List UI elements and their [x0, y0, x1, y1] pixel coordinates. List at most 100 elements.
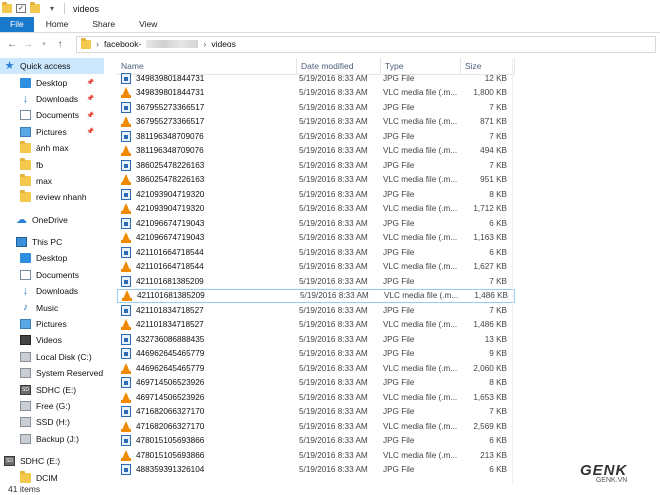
- file-name-cell: 386025478226163: [117, 159, 297, 171]
- file-name: 386025478226163: [136, 160, 205, 170]
- tab-file[interactable]: File: [0, 17, 34, 32]
- table-row[interactable]: 471682066327170 5/19/2016 8:33 AM JPG File…: [117, 405, 515, 420]
- forward-button[interactable]: →: [20, 39, 36, 50]
- customize-toolbar-icon[interactable]: ▾: [44, 4, 60, 13]
- tab-view[interactable]: View: [127, 17, 169, 32]
- file-size-cell: 6 KB: [489, 465, 507, 475]
- tab-share[interactable]: Share: [80, 17, 127, 32]
- sidebar-item[interactable]: Documents 📌: [0, 107, 104, 123]
- documents-icon: [20, 110, 31, 121]
- file-name: 421093904719320: [136, 204, 205, 214]
- file-size-cell: 1,712 KB: [473, 204, 507, 214]
- chevron-right-icon[interactable]: ›: [203, 39, 206, 49]
- sidebar-item[interactable]: review nhanh: [0, 189, 104, 205]
- recent-locations-icon[interactable]: ▾: [36, 40, 52, 48]
- table-row[interactable]: 386025478226163 5/19/2016 8:33 AM JPG File…: [117, 158, 515, 173]
- sidebar-item[interactable]: fb: [0, 156, 104, 172]
- table-row[interactable]: 421101681385209 5/19/2016 8:33 AM JPG File…: [117, 274, 515, 289]
- file-name: 367955273366517: [136, 102, 205, 112]
- table-row[interactable]: 421096674719043 5/19/2016 8:33 AM JPG File…: [117, 216, 515, 231]
- sidebar-item[interactable]: Documents: [0, 267, 104, 283]
- sidebar-item[interactable]: Free (G:): [0, 398, 104, 414]
- table-row[interactable]: 381196348709076 5/19/2016 8:33 AM VLC medi…: [117, 144, 515, 159]
- vlc-cone-icon: [121, 232, 131, 244]
- file-type-cell: VLC media file (.m...: [383, 88, 458, 98]
- sidebar-item[interactable]: Videos: [0, 332, 104, 348]
- sidebar-item[interactable]: ☁ OneDrive: [0, 212, 104, 228]
- table-row[interactable]: 421101664718544 5/19/2016 8:33 AM JPG File…: [117, 245, 515, 260]
- sidebar-item[interactable]: Desktop: [0, 250, 104, 266]
- up-button[interactable]: ↑: [52, 39, 68, 50]
- sidebar-item[interactable]: This PC: [0, 234, 104, 250]
- table-row[interactable]: 421101834718527 5/19/2016 8:33 AM VLC medi…: [117, 318, 515, 333]
- properties-icon[interactable]: ✓: [16, 4, 26, 13]
- vlc-cone-icon: [121, 391, 131, 403]
- sidebar-item[interactable]: System Reserved: [0, 365, 104, 381]
- sidebar-item[interactable]: SSD (H:): [0, 414, 104, 430]
- table-row[interactable]: 446962645465779 5/19/2016 8:33 AM JPG File…: [117, 347, 515, 362]
- table-row[interactable]: 421101681385209 5/19/2016 8:33 AM VLC medi…: [117, 288, 515, 303]
- sidebar-item[interactable]: Pictures 📌: [0, 124, 104, 140]
- sidebar-item[interactable]: ↓ Downloads: [0, 283, 104, 299]
- file-type-cell: JPG File: [383, 131, 415, 141]
- file-type-cell: VLC media file (.m...: [383, 262, 458, 272]
- sidebar-item[interactable]: ★ Quick access: [0, 58, 104, 75]
- new-folder-icon[interactable]: [30, 2, 40, 13]
- file-name: 446962645465779: [136, 349, 205, 359]
- sidebar-item[interactable]: Desktop 📌: [0, 74, 104, 90]
- file-name: 421096674719043: [136, 233, 205, 243]
- sidebar-item[interactable]: SD SDHC (E:): [0, 453, 104, 469]
- sidebar-item[interactable]: Local Disk (C:): [0, 349, 104, 365]
- table-row[interactable]: 421096674719043 5/19/2016 8:33 AM VLC medi…: [117, 231, 515, 246]
- back-button[interactable]: ←: [4, 39, 20, 50]
- table-row[interactable]: 349839801844731 5/19/2016 8:33 AM VLC medi…: [117, 86, 515, 101]
- table-row[interactable]: 446962645465779 5/19/2016 8:33 AM VLC medi…: [117, 361, 515, 376]
- sidebar-item[interactable]: ♪ Music: [0, 299, 104, 315]
- table-row[interactable]: 421101834718527 5/19/2016 8:33 AM JPG File…: [117, 303, 515, 318]
- table-row[interactable]: 367955273366517 5/19/2016 8:33 AM VLC medi…: [117, 115, 515, 130]
- table-row[interactable]: 381196348709076 5/19/2016 8:33 AM JPG File…: [117, 129, 515, 144]
- file-size-cell: 871 KB: [480, 117, 507, 127]
- sidebar-item[interactable]: ↓ Downloads 📌: [0, 91, 104, 107]
- table-row[interactable]: 488359391326104 5/19/2016 8:33 AM JPG File…: [117, 463, 515, 478]
- pin-icon: 📌: [86, 112, 94, 119]
- sidebar-item[interactable]: ảnh max: [0, 140, 104, 156]
- date-modified-cell: 5/19/2016 8:33 AM: [299, 421, 368, 431]
- sd-card-icon: SD: [20, 384, 31, 395]
- address-bar[interactable]: › facebook- › videos: [76, 35, 656, 53]
- table-row[interactable]: 386025478226163 5/19/2016 8:33 AM VLC medi…: [117, 173, 515, 188]
- breadcrumb-videos[interactable]: videos: [211, 39, 236, 49]
- sidebar-item[interactable]: SD SDHC (E:): [0, 381, 104, 397]
- sidebar-item[interactable]: Pictures: [0, 316, 104, 332]
- table-row[interactable]: 421101664718544 5/19/2016 8:33 AM VLC medi…: [117, 260, 515, 275]
- table-row[interactable]: 478015105693866 5/19/2016 8:33 AM JPG File…: [117, 434, 515, 449]
- drive-icon: [20, 433, 31, 444]
- table-row[interactable]: 421093904719320 5/19/2016 8:33 AM JPG File…: [117, 187, 515, 202]
- table-row[interactable]: 421093904719320 5/19/2016 8:33 AM VLC medi…: [117, 202, 515, 217]
- file-name: 367955273366517: [136, 117, 205, 127]
- breadcrumb-facebook[interactable]: facebook-: [104, 39, 141, 49]
- sidebar-item[interactable]: DCIM: [0, 469, 104, 485]
- tab-home[interactable]: Home: [34, 17, 81, 32]
- file-type-cell: VLC media file (.m...: [384, 291, 459, 301]
- date-modified-cell: 5/19/2016 8:33 AM: [299, 305, 368, 315]
- file-name: 478015105693866: [136, 450, 205, 460]
- chevron-right-icon[interactable]: ›: [96, 39, 99, 49]
- jpg-file-icon: [121, 464, 131, 476]
- date-modified-cell: 5/19/2016 8:33 AM: [299, 117, 368, 127]
- file-name-cell: 432736086888435: [117, 333, 297, 345]
- table-row[interactable]: 432736086888435 5/19/2016 8:33 AM JPG File…: [117, 332, 515, 347]
- table-row[interactable]: 349839801844731 5/19/2016 8:33 AM JPG File…: [117, 71, 515, 86]
- sidebar-item[interactable]: max: [0, 173, 104, 189]
- file-size-cell: 8 KB: [489, 378, 507, 388]
- jpg-file-icon: [121, 101, 131, 113]
- sidebar-item[interactable]: Backup (J:): [0, 431, 104, 447]
- folder-icon: [2, 2, 12, 13]
- table-row[interactable]: 367955273366517 5/19/2016 8:33 AM JPG File…: [117, 100, 515, 115]
- table-row[interactable]: 469714506523926 5/19/2016 8:33 AM JPG File…: [117, 376, 515, 391]
- table-row[interactable]: 471682066327170 5/19/2016 8:33 AM VLC medi…: [117, 419, 515, 434]
- table-row[interactable]: 469714506523926 5/19/2016 8:33 AM VLC medi…: [117, 390, 515, 405]
- folder-icon: [20, 190, 31, 203]
- file-size-cell: 12 KB: [484, 73, 507, 83]
- table-row[interactable]: 478015105693866 5/19/2016 8:33 AM VLC medi…: [117, 448, 515, 463]
